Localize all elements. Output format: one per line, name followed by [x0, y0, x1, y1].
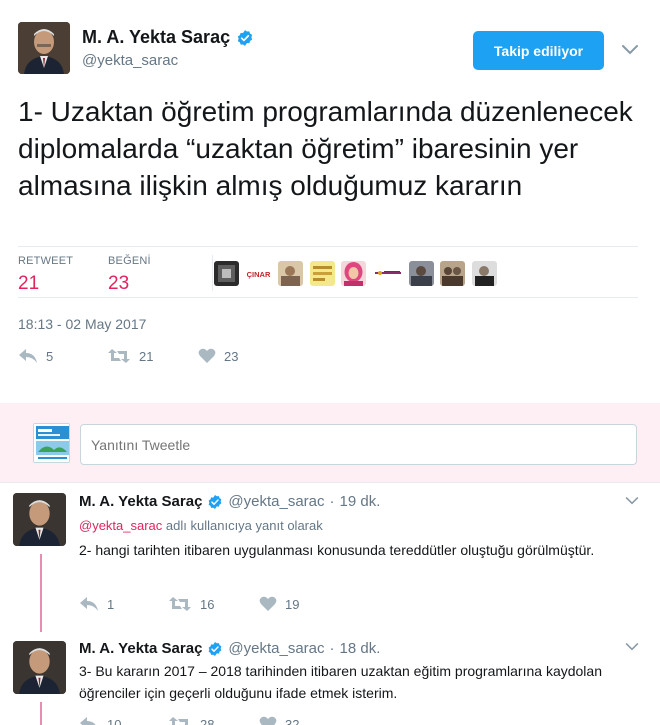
separator-dot: ·	[329, 493, 335, 510]
tweet-actions: 5 21 23	[18, 348, 618, 370]
retweet-action[interactable]: 21	[107, 348, 153, 364]
heart-icon	[198, 348, 216, 363]
main-tweet: M. A. Yekta Saraç @yekta_sarac Takip edi…	[0, 0, 660, 403]
retweet-action[interactable]: 16	[168, 596, 214, 612]
retweet-count: 16	[200, 596, 215, 612]
retweet-icon	[169, 597, 191, 611]
reply-author-avatar[interactable]	[13, 641, 66, 694]
reply-icon	[80, 597, 98, 611]
like-count: 19	[285, 596, 300, 612]
reply-header: M. A. Yekta Saraç @yekta_sarac · 19 dk.	[79, 493, 380, 510]
chevron-down-icon[interactable]	[621, 44, 639, 56]
liker-avatar[interactable]	[409, 261, 434, 286]
verified-badge-icon	[237, 29, 253, 46]
current-user-avatar[interactable]	[33, 423, 70, 463]
reply-text: 2- hangi tarihten itibaren uygulanması k…	[79, 542, 595, 558]
verified-badge-icon	[209, 641, 222, 656]
reply-header: M. A. Yekta Saraç @yekta_sarac · 18 dk.	[79, 640, 380, 657]
like-action[interactable]: 32	[259, 716, 299, 725]
reply-icon	[19, 349, 37, 363]
liker-avatar[interactable]	[214, 261, 239, 286]
reply-time[interactable]: 18 dk.	[340, 640, 381, 657]
reply-actions: 10 28 32	[79, 716, 660, 725]
like-count: 23	[224, 348, 239, 364]
reply-action[interactable]: 1	[79, 596, 114, 612]
thread-line	[40, 702, 42, 725]
liker-avatar[interactable]	[310, 261, 335, 286]
reply-icon	[80, 717, 96, 725]
heart-icon	[259, 716, 277, 725]
stats-divider	[212, 255, 213, 291]
author-name-row[interactable]: M. A. Yekta Saraç	[82, 27, 254, 48]
like-action[interactable]: 23	[198, 348, 238, 364]
retweet-icon	[108, 349, 130, 363]
retweet-stat[interactable]: RETWEET 21	[18, 255, 73, 295]
liker-avatar[interactable]	[341, 261, 366, 286]
like-stat[interactable]: BEĞENİ 23	[108, 255, 151, 295]
retweet-icon	[169, 717, 188, 725]
reply-author-handle[interactable]: @yekta_sarac	[228, 640, 324, 657]
retweet-stat-value: 21	[18, 273, 40, 294]
reply-mention[interactable]: @yekta_sarac	[79, 518, 162, 533]
retweet-stat-label: RETWEET	[18, 255, 74, 267]
separator-dot: ·	[329, 640, 335, 657]
author-name[interactable]: M. A. Yekta Saraç	[82, 27, 230, 48]
author-avatar[interactable]	[18, 22, 70, 74]
reply-text: 3- Bu kararın 2017 – 2018 tarihinden iti…	[79, 663, 602, 701]
reply-tweet[interactable]: M. A. Yekta Saraç @yekta_sarac · 18 dk. …	[0, 632, 660, 725]
heart-icon	[259, 596, 277, 611]
retweet-count: 28	[200, 716, 215, 725]
reply-actions: 1 16 19	[79, 596, 660, 618]
reply-count: 10	[107, 716, 122, 725]
chevron-down-icon[interactable]	[625, 496, 639, 506]
liker-avatar[interactable]	[278, 261, 303, 286]
liker-avatar[interactable]	[373, 261, 403, 286]
reply-to-suffix: adlı kullanıcıya yanıt olarak	[165, 518, 323, 533]
reply-composer	[0, 403, 660, 483]
author-handle[interactable]: @yekta_sarac	[82, 52, 178, 69]
reply-author-name[interactable]: M. A. Yekta Saraç	[79, 640, 202, 657]
retweet-count: 21	[139, 348, 154, 364]
reply-time[interactable]: 19 dk.	[340, 493, 381, 510]
retweet-action[interactable]: 28	[168, 716, 214, 725]
reply-action[interactable]: 10	[79, 716, 121, 725]
reply-count: 1	[107, 596, 115, 612]
like-stat-label: BEĞENİ	[108, 255, 151, 267]
reply-action[interactable]: 5	[18, 348, 53, 364]
liker-avatar[interactable]	[440, 261, 465, 286]
tweet-timestamp[interactable]: 18:13 - 02 May 2017	[18, 316, 146, 332]
replying-to: @yekta_sarac adlı kullanıcıya yanıt olar…	[79, 518, 323, 533]
verified-badge-icon	[209, 494, 222, 509]
tweet-text: 1- Uzaktan öğretim programlarında düzenl…	[18, 96, 633, 201]
like-stat-value: 23	[108, 273, 130, 294]
thread-line	[40, 554, 42, 634]
like-count: 32	[285, 716, 300, 725]
like-action[interactable]: 19	[259, 596, 299, 612]
reply-author-handle[interactable]: @yekta_sarac	[228, 493, 324, 510]
tweet-stats: RETWEET 21 BEĞENİ 23 ÇINAR	[18, 246, 638, 298]
following-button[interactable]: Takip ediliyor	[473, 31, 604, 70]
reply-author-name[interactable]: M. A. Yekta Saraç	[79, 493, 202, 510]
chevron-down-icon[interactable]	[625, 642, 639, 652]
reply-input[interactable]	[80, 424, 637, 465]
liker-logo-text: ÇINAR	[247, 270, 271, 279]
reply-author-avatar[interactable]	[13, 493, 66, 546]
reply-tweet[interactable]: M. A. Yekta Saraç @yekta_sarac · 19 dk. …	[0, 484, 660, 634]
reply-count: 5	[46, 348, 54, 364]
liker-avatar[interactable]: ÇINAR	[245, 261, 272, 286]
liker-avatar[interactable]	[472, 261, 497, 286]
